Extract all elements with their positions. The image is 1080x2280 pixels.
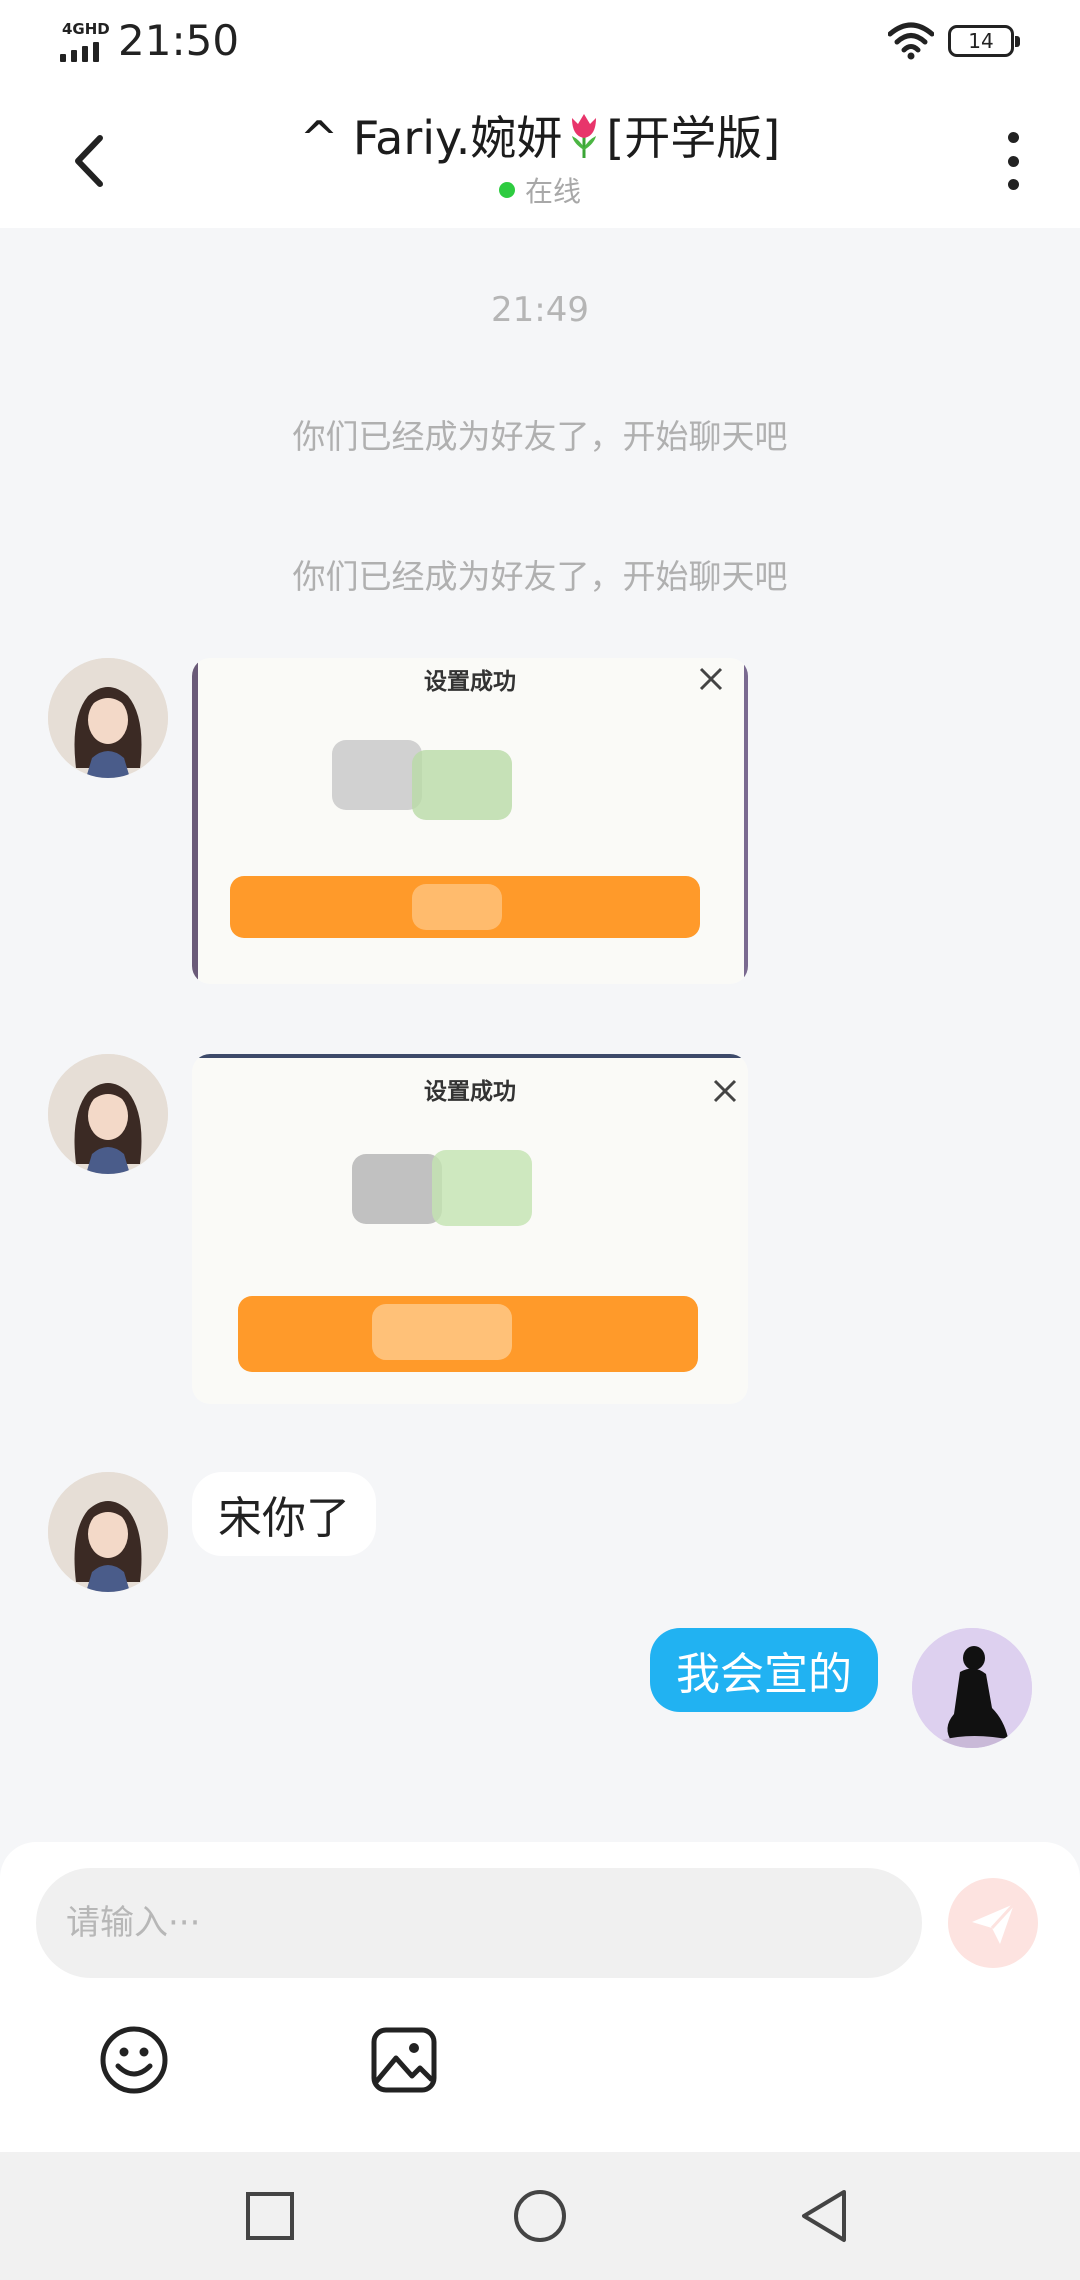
outgoing-message-bubble[interactable]: 我会宣的 (650, 1628, 878, 1712)
more-icon[interactable] (998, 126, 1028, 196)
censored-blot (412, 884, 502, 930)
image-icon[interactable] (368, 2024, 440, 2096)
contact-name-suffix: [开学版] (606, 111, 781, 165)
chat-title-area: ^ Fariy.婉妍 [开学版] 在线 (180, 102, 900, 210)
close-icon (713, 1079, 737, 1103)
censored-blot (332, 740, 422, 810)
system-message: 你们已经成为好友了，开始聊天吧 (292, 417, 788, 456)
popup-title: 设置成功 (424, 1079, 516, 1105)
tulip-emoji (572, 114, 597, 158)
contact-name-text: ^ Fariy.婉妍 (299, 111, 563, 165)
message-input[interactable] (36, 1868, 922, 1978)
censored-blot (412, 750, 512, 820)
composer (0, 1842, 1080, 2152)
battery-icon: 14 (948, 25, 1020, 57)
network-type: 4GHD (62, 20, 110, 38)
censored-blot (372, 1304, 512, 1360)
emoji-icon[interactable] (98, 2024, 170, 2096)
avatar[interactable] (48, 658, 168, 778)
nav-back-icon[interactable] (796, 2188, 852, 2244)
contact-name[interactable]: ^ Fariy.婉妍 [开学版] (300, 102, 780, 168)
censored-blot (352, 1154, 442, 1224)
message-timestamp: 21:49 (491, 290, 589, 330)
wifi-icon (888, 22, 934, 60)
avatar[interactable] (48, 1472, 168, 1592)
image-message[interactable]: 设置成功 (192, 658, 748, 984)
avatar[interactable] (48, 1054, 168, 1174)
send-icon (972, 1902, 1016, 1944)
online-status: 在线 (180, 170, 900, 210)
image-message[interactable]: 设置成功 (192, 1054, 748, 1404)
system-nav-bar (0, 2152, 1080, 2280)
chat-header: ^ Fariy.婉妍 [开学版] 在线 (0, 86, 1080, 228)
close-icon (699, 667, 723, 691)
back-arrow-icon[interactable] (60, 126, 120, 196)
incoming-message-bubble[interactable]: 宋你了 (192, 1472, 376, 1556)
send-button[interactable] (948, 1878, 1038, 1968)
my-avatar[interactable] (912, 1628, 1032, 1748)
status-time: 21:50 (118, 16, 240, 65)
online-dot (498, 182, 515, 198)
online-status-text: 在线 (524, 175, 581, 208)
status-bar: 4GHD 21:50 14 (0, 0, 1080, 86)
battery-level: 14 (968, 29, 994, 53)
censored-blot (432, 1150, 532, 1226)
nav-recents-icon[interactable] (242, 2188, 298, 2244)
system-message: 你们已经成为好友了，开始聊天吧 (292, 557, 788, 596)
nav-home-icon[interactable] (512, 2188, 568, 2244)
popup-title: 设置成功 (424, 669, 516, 695)
signal-icon: 4GHD (60, 20, 116, 62)
